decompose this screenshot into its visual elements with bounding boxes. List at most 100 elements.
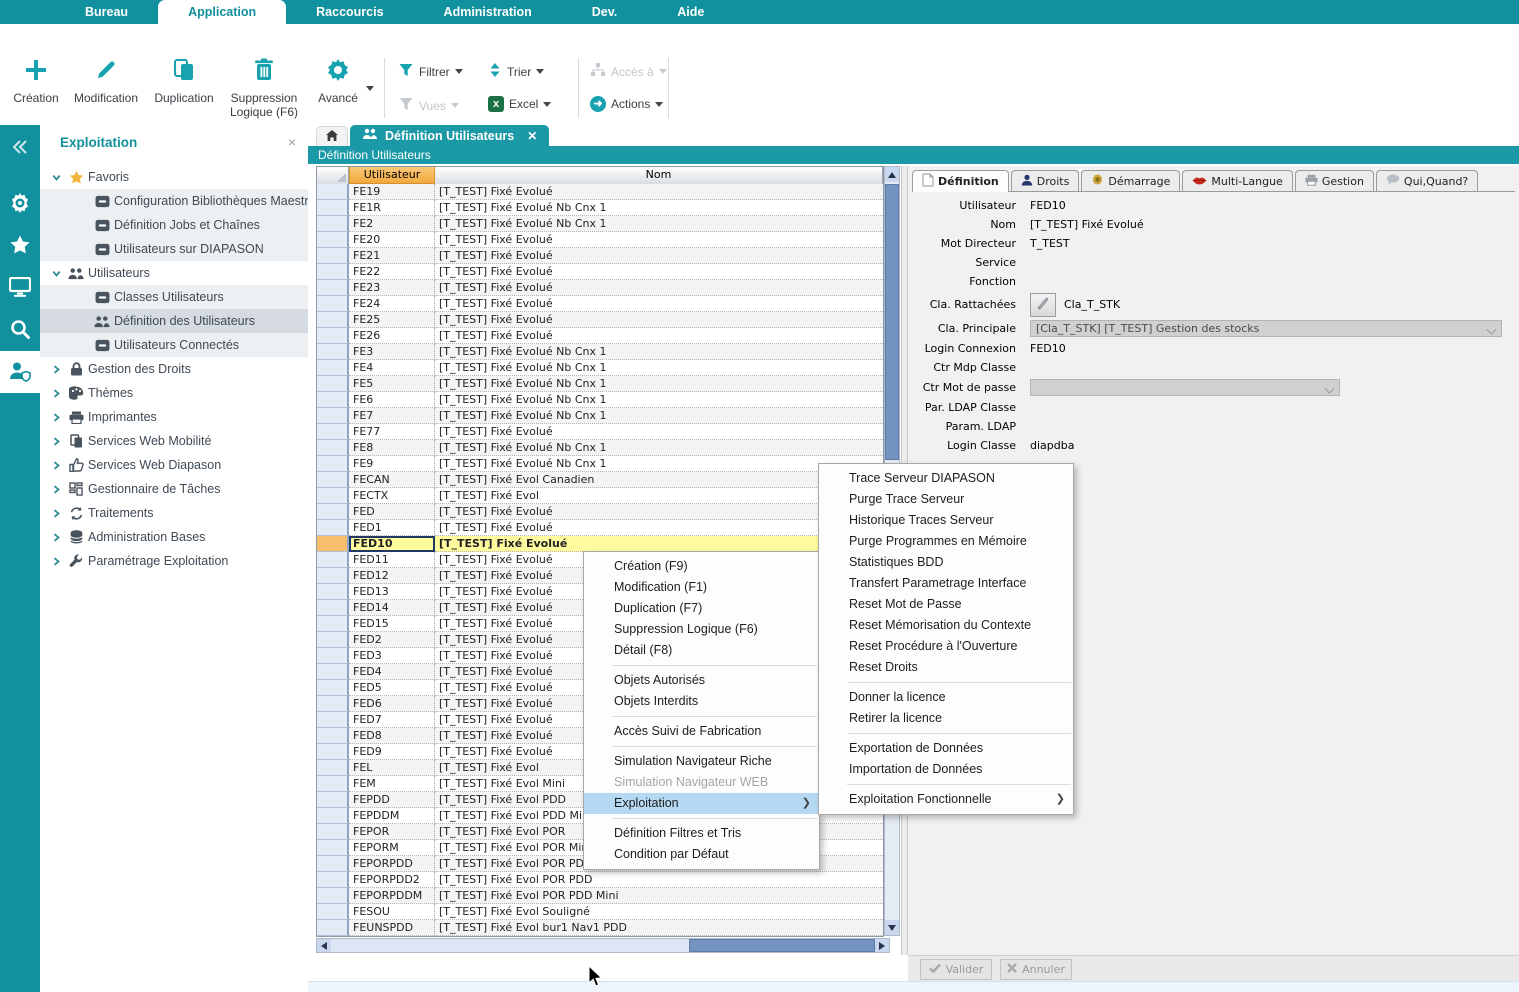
cell-nom[interactable]: [T_TEST] Fixé Evolué <box>435 232 883 248</box>
cell-utilisateur[interactable]: FE4 <box>349 360 435 376</box>
menu-item-bureau[interactable]: Bureau <box>55 0 158 24</box>
cell-utilisateur[interactable]: FED9 <box>349 744 435 760</box>
cell-nom[interactable]: [T_TEST] Fixé Evolué <box>435 280 883 296</box>
table-row-fe6[interactable]: FE6[T_TEST] Fixé Evolué Nb Cnx 1 <box>317 392 883 408</box>
row-selector[interactable] <box>317 536 349 552</box>
menu-item-d-finition-filtres-et-tris[interactable]: Définition Filtres et Tris <box>584 823 819 844</box>
tree-item-th-mes[interactable]: Thèmes <box>40 381 308 405</box>
cell-utilisateur[interactable]: FE26 <box>349 328 435 344</box>
table-row-fe1r[interactable]: FE1R[T_TEST] Fixé Evolué Nb Cnx 1 <box>317 200 883 216</box>
menu-item-dev[interactable]: Dev. <box>562 0 647 24</box>
row-selector[interactable] <box>317 456 349 472</box>
cell-nom[interactable]: [T_TEST] Fixé Evolué Nb Cnx 1 <box>435 376 883 392</box>
menu-item-administration[interactable]: Administration <box>414 0 562 24</box>
row-selector[interactable] <box>317 408 349 424</box>
row-selector[interactable] <box>317 888 349 904</box>
scroll-down-button[interactable] <box>885 920 899 935</box>
actions-button[interactable]: ➜ Actions <box>590 96 663 112</box>
table-row-fe24[interactable]: FE24[T_TEST] Fixé Evolué <box>317 296 883 312</box>
cell-utilisateur[interactable]: FEPDDM <box>349 808 435 824</box>
tree-item-utilisateurs-connect-s[interactable]: Utilisateurs Connectés <box>40 333 308 357</box>
tree-item-services-web-mobilit-[interactable]: Services Web Mobilité <box>40 429 308 453</box>
cell-nom[interactable]: [T_TEST] Fixé Evolué Nb Cnx 1 <box>435 216 883 232</box>
cell-nom[interactable]: [T_TEST] Fixé Evol bur1 Nav1 PDD <box>435 920 883 936</box>
table-row-fe4[interactable]: FE4[T_TEST] Fixé Evolué Nb Cnx 1 <box>317 360 883 376</box>
row-selector[interactable] <box>317 552 349 568</box>
row-selector[interactable] <box>317 568 349 584</box>
menu-item-donner-la-licence[interactable]: Donner la licence <box>819 687 1073 708</box>
menu-item-purge-trace-serveur[interactable]: Purge Trace Serveur <box>819 489 1073 510</box>
cell-nom[interactable]: [T_TEST] Fixé Evolué <box>435 264 883 280</box>
scroll-right-button[interactable] <box>875 939 889 952</box>
cell-nom[interactable]: [T_TEST] Fixé Evolué Nb Cnx 1 <box>435 200 883 216</box>
row-selector[interactable] <box>317 184 349 200</box>
filtrer-button[interactable]: Filtrer <box>398 62 463 81</box>
detail-tab-qui-quand-[interactable]: Qui,Quand? <box>1376 170 1478 191</box>
detail-tab-droits[interactable]: Droits <box>1011 170 1080 191</box>
cell-nom[interactable]: [T_TEST] Fixé Evol <box>435 488 883 504</box>
detail-tab-multi-langue[interactable]: Multi-Langue <box>1182 170 1292 191</box>
row-selector[interactable] <box>317 344 349 360</box>
tree-item-favoris[interactable]: Favoris <box>40 165 308 189</box>
tree-item-d-finition-des-utilisateurs[interactable]: Définition des Utilisateurs <box>40 309 308 333</box>
row-selector[interactable] <box>317 840 349 856</box>
menu-item-purge-programmes-en-m-moire[interactable]: Purge Programmes en Mémoire <box>819 531 1073 552</box>
menu-item-modification-f1-[interactable]: Modification (F1) <box>584 577 819 598</box>
chevron-right-icon[interactable] <box>50 435 62 447</box>
trier-button[interactable]: Trier <box>488 62 544 81</box>
row-selector[interactable] <box>317 680 349 696</box>
tree-item-administration-bases[interactable]: Administration Bases <box>40 525 308 549</box>
cell-utilisateur[interactable]: FED2 <box>349 632 435 648</box>
cell-utilisateur[interactable]: FED5 <box>349 680 435 696</box>
cell-utilisateur[interactable]: FED <box>349 504 435 520</box>
row-selector[interactable] <box>317 472 349 488</box>
scroll-up-button[interactable] <box>885 167 899 182</box>
cell-utilisateur[interactable]: FEUNSPDD <box>349 920 435 936</box>
chevron-right-icon[interactable] <box>50 387 62 399</box>
cell-utilisateur[interactable]: FEM <box>349 776 435 792</box>
cell-nom[interactable]: [T_TEST] Fixé Evolué <box>435 536 883 552</box>
menu-item-exploitation[interactable]: Exploitation❯ <box>584 793 819 814</box>
cell-nom[interactable]: [T_TEST] Fixé Evolué <box>435 520 883 536</box>
row-selector[interactable] <box>317 504 349 520</box>
cell-utilisateur[interactable]: FE5 <box>349 376 435 392</box>
cell-utilisateur[interactable]: FED11 <box>349 552 435 568</box>
menu-item-raccourcis[interactable]: Raccourcis <box>286 0 413 24</box>
menu-item-trace-serveur-diapason[interactable]: Trace Serveur DIAPASON <box>819 468 1073 489</box>
excel-button[interactable]: x Excel <box>488 96 551 112</box>
cell-utilisateur[interactable]: FE20 <box>349 232 435 248</box>
chevron-right-icon[interactable] <box>50 363 62 375</box>
cell-utilisateur[interactable]: FED13 <box>349 584 435 600</box>
table-row-fe3[interactable]: FE3[T_TEST] Fixé Evolué Nb Cnx 1 <box>317 344 883 360</box>
cell-utilisateur[interactable]: FED14 <box>349 600 435 616</box>
row-selector[interactable] <box>317 760 349 776</box>
row-selector[interactable] <box>317 904 349 920</box>
row-selector[interactable] <box>317 712 349 728</box>
cell-nom[interactable]: [T_TEST] Fixé Evolué Nb Cnx 1 <box>435 440 883 456</box>
table-row-feporpdd2[interactable]: FEPORPDD2[T_TEST] Fixé Evol POR PDD <box>317 872 883 888</box>
row-selector[interactable] <box>317 872 349 888</box>
field-dropdown[interactable]: [Cla_T_STK] [T_TEST] Gestion des stocks <box>1030 320 1502 337</box>
menu-item-cr-ation-f9-[interactable]: Création (F9) <box>584 556 819 577</box>
cell-nom[interactable]: [T_TEST] Fixé Evolué <box>435 248 883 264</box>
cell-utilisateur[interactable]: FE23 <box>349 280 435 296</box>
column-header-nom[interactable]: Nom <box>435 167 883 184</box>
cell-utilisateur[interactable]: FE2 <box>349 216 435 232</box>
cell-utilisateur[interactable]: FED12 <box>349 568 435 584</box>
tree-item-utilisateurs[interactable]: Utilisateurs <box>40 261 308 285</box>
menu-item-reset-droits[interactable]: Reset Droits <box>819 657 1073 678</box>
document-tab[interactable]: Définition Utilisateurs ✕ <box>350 125 549 146</box>
cell-nom[interactable]: [T_TEST] Fixé Evolué Nb Cnx 1 <box>435 408 883 424</box>
table-row-fed10[interactable]: FED10[T_TEST] Fixé Evolué <box>317 536 883 552</box>
menu-item-objets-interdits[interactable]: Objets Interdits <box>584 691 819 712</box>
suppression-button[interactable]: Suppression Logique (F6) <box>226 56 302 119</box>
menu-item-d-tail-f8-[interactable]: Détail (F8) <box>584 640 819 661</box>
menu-item-simulation-navigateur-riche[interactable]: Simulation Navigateur Riche <box>584 751 819 772</box>
users-admin-button[interactable] <box>0 351 40 393</box>
close-icon[interactable]: × <box>288 134 296 150</box>
class-picker-button[interactable] <box>1030 293 1056 317</box>
cell-nom[interactable]: [T_TEST] Fixé Evol POR PDD <box>435 872 883 888</box>
creation-button[interactable]: Création <box>8 56 64 105</box>
chevron-down-icon[interactable] <box>50 267 62 279</box>
home-tab[interactable] <box>316 126 348 147</box>
